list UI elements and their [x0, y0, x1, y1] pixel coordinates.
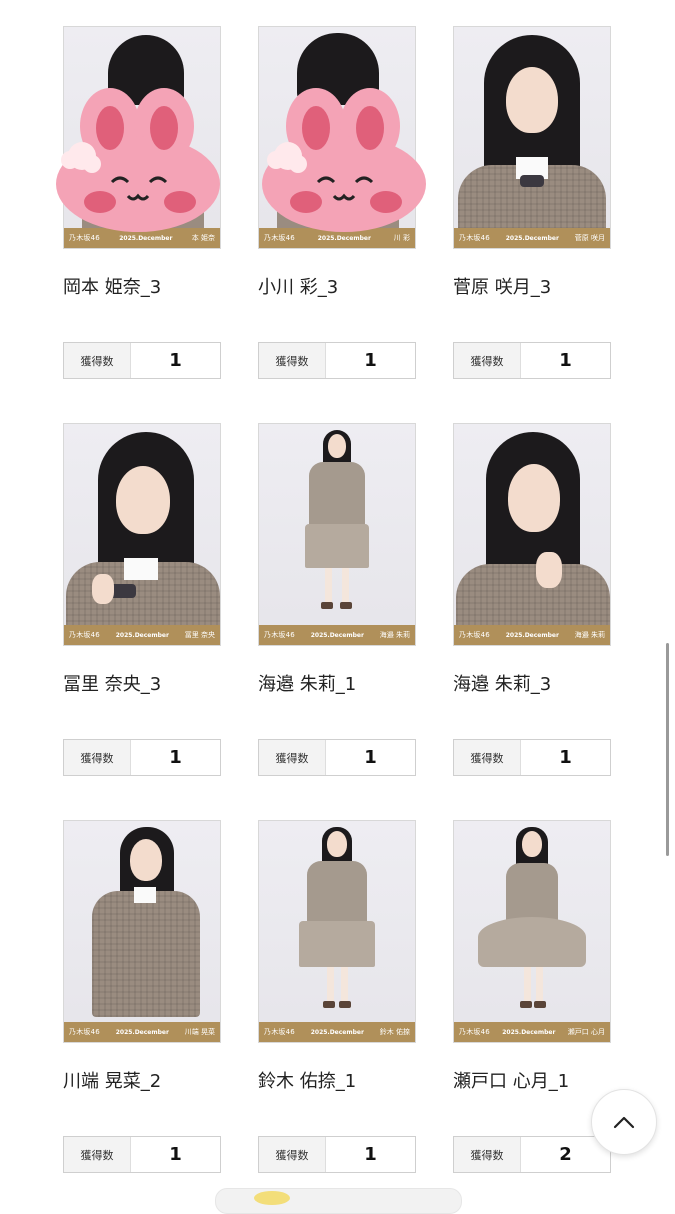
- scroll-to-top-button[interactable]: [591, 1089, 657, 1155]
- photo-card[interactable]: 乃木坂46 2025.December 菅原 咲月 菅原 咲月_3 獲得数 1: [453, 26, 611, 379]
- count-label: 獲得数: [454, 343, 521, 378]
- member-photo[interactable]: 乃木坂46 2025.December 鈴木 佑捺: [258, 820, 416, 1043]
- chevron-up-icon: [613, 1116, 635, 1129]
- scrollbar[interactable]: [666, 643, 669, 856]
- count-label: 獲得数: [454, 1137, 521, 1172]
- count-label: 獲得数: [64, 343, 131, 378]
- month-text: 2025.December: [310, 631, 364, 639]
- band-member-name: 本 姫奈: [191, 234, 215, 242]
- bottom-nav-bar[interactable]: [215, 1188, 462, 1214]
- count-label: 獲得数: [259, 740, 326, 775]
- member-photo[interactable]: 乃木坂46 2025.December 冨里 奈央: [63, 423, 221, 646]
- count-value: 2: [559, 1144, 572, 1165]
- member-photo[interactable]: 乃木坂46 2025.December 海邉 朱莉: [453, 423, 611, 646]
- month-text: 2025.December: [119, 234, 173, 242]
- count-box: 獲得数 1: [258, 739, 416, 776]
- count-box: 獲得数 1: [258, 342, 416, 379]
- card-name: 瀬戸口 心月_1: [453, 1071, 570, 1092]
- logo-text: 乃木坂46: [459, 631, 490, 639]
- month-text: 2025.December: [115, 631, 169, 639]
- photo-card[interactable]: 乃木坂46 2025.December 鈴木 佑捺 鈴木 佑捺_1 獲得数 1: [258, 820, 416, 1173]
- count-box: 獲得数 1: [453, 739, 611, 776]
- member-photo[interactable]: 乃木坂46 2025.December 菅原 咲月: [453, 26, 611, 249]
- count-box: 獲得数 1: [453, 342, 611, 379]
- month-text: 2025.December: [505, 234, 559, 242]
- band-member-name: 冨里 奈央: [184, 631, 215, 639]
- photo-card[interactable]: 乃木坂46 2025.December 冨里 奈央 冨里 奈央_3 獲得数 1: [63, 423, 221, 776]
- logo-text: 乃木坂46: [459, 1028, 490, 1036]
- photo-card[interactable]: 乃木坂46 2025.December 瀬戸口 心月 瀬戸口 心月_1 獲得数 …: [453, 820, 611, 1173]
- band-member-name: 海邉 朱莉: [379, 631, 410, 639]
- photo-label-band: 乃木坂46 2025.December 鈴木 佑捺: [259, 1022, 415, 1042]
- logo-text: 乃木坂46: [69, 234, 100, 242]
- card-name: 小川 彩_3: [258, 277, 339, 298]
- count-value: 1: [364, 1144, 377, 1165]
- month-text: 2025.December: [502, 1028, 556, 1036]
- photo-label-band: 乃木坂46 2025.December 川端 晃菜: [64, 1022, 220, 1042]
- count-box: 獲得数 1: [63, 739, 221, 776]
- band-member-name: 川 彩: [393, 234, 410, 242]
- card-name: 海邉 朱莉_3: [453, 674, 552, 695]
- count-value: 1: [169, 1144, 182, 1165]
- logo-text: 乃木坂46: [459, 234, 490, 242]
- photo-card[interactable]: 乃木坂46 2025.December 海邉 朱莉 海邉 朱莉_1 獲得数 1: [258, 423, 416, 776]
- count-value: 1: [559, 350, 572, 371]
- logo-text: 乃木坂46: [264, 1028, 295, 1036]
- count-value: 1: [169, 747, 182, 768]
- card-name: 川端 晃菜_2: [63, 1071, 162, 1092]
- bunny-sticker-icon: [262, 88, 426, 232]
- photo-card[interactable]: 乃木坂46 2025.December 海邉 朱莉 海邉 朱莉_3 獲得数 1: [453, 423, 611, 776]
- card-name: 鈴木 佑捺_1: [258, 1071, 357, 1092]
- count-label: 獲得数: [454, 740, 521, 775]
- photo-label-band: 乃木坂46 2025.December 菅原 咲月: [454, 228, 610, 248]
- bunny-sticker-icon: [56, 88, 220, 232]
- card-name: 岡本 姫奈_3: [63, 277, 162, 298]
- logo-text: 乃木坂46: [69, 631, 100, 639]
- member-photo[interactable]: 乃木坂46 2025.December 海邉 朱莉: [258, 423, 416, 646]
- card-name: 菅原 咲月_3: [453, 277, 552, 298]
- logo-text: 乃木坂46: [264, 631, 295, 639]
- photo-label-band: 乃木坂46 2025.December 瀬戸口 心月: [454, 1022, 610, 1042]
- member-photo[interactable]: 乃木坂46 2025.December 川端 晃菜: [63, 820, 221, 1043]
- count-label: 獲得数: [259, 343, 326, 378]
- month-text: 2025.December: [115, 1028, 169, 1036]
- count-label: 獲得数: [259, 1137, 326, 1172]
- month-text: 2025.December: [310, 1028, 364, 1036]
- photo-card[interactable]: 乃木坂46 2025.December 川端 晃菜 川端 晃菜_2 獲得数 1: [63, 820, 221, 1173]
- month-text: 2025.December: [317, 234, 371, 242]
- logo-text: 乃木坂46: [264, 234, 295, 242]
- count-label: 獲得数: [64, 1137, 131, 1172]
- count-box: 獲得数 1: [258, 1136, 416, 1173]
- count-box: 獲得数 2: [453, 1136, 611, 1173]
- count-value: 1: [169, 350, 182, 371]
- month-text: 2025.December: [505, 631, 559, 639]
- count-box: 獲得数 1: [63, 1136, 221, 1173]
- photo-grid: 乃木坂46 2025.December 本 姫奈 岡本 姫奈_3 獲得数 1 乃…: [0, 0, 675, 1200]
- count-box: 獲得数 1: [63, 342, 221, 379]
- card-name: 海邉 朱莉_1: [258, 674, 357, 695]
- count-label: 獲得数: [64, 740, 131, 775]
- logo-text: 乃木坂46: [69, 1028, 100, 1036]
- photo-label-band: 乃木坂46 2025.December 冨里 奈央: [64, 625, 220, 645]
- band-member-name: 菅原 咲月: [574, 234, 605, 242]
- band-member-name: 海邉 朱莉: [574, 631, 605, 639]
- photo-label-band: 乃木坂46 2025.December 海邉 朱莉: [259, 625, 415, 645]
- card-name: 冨里 奈央_3: [63, 674, 162, 695]
- photo-label-band: 乃木坂46 2025.December 海邉 朱莉: [454, 625, 610, 645]
- count-value: 1: [364, 747, 377, 768]
- band-member-name: 瀬戸口 心月: [567, 1028, 605, 1036]
- band-member-name: 川端 晃菜: [184, 1028, 215, 1036]
- count-value: 1: [364, 350, 377, 371]
- nav-indicator-icon: [254, 1191, 290, 1205]
- count-value: 1: [559, 747, 572, 768]
- band-member-name: 鈴木 佑捺: [379, 1028, 410, 1036]
- member-photo[interactable]: 乃木坂46 2025.December 瀬戸口 心月: [453, 820, 611, 1043]
